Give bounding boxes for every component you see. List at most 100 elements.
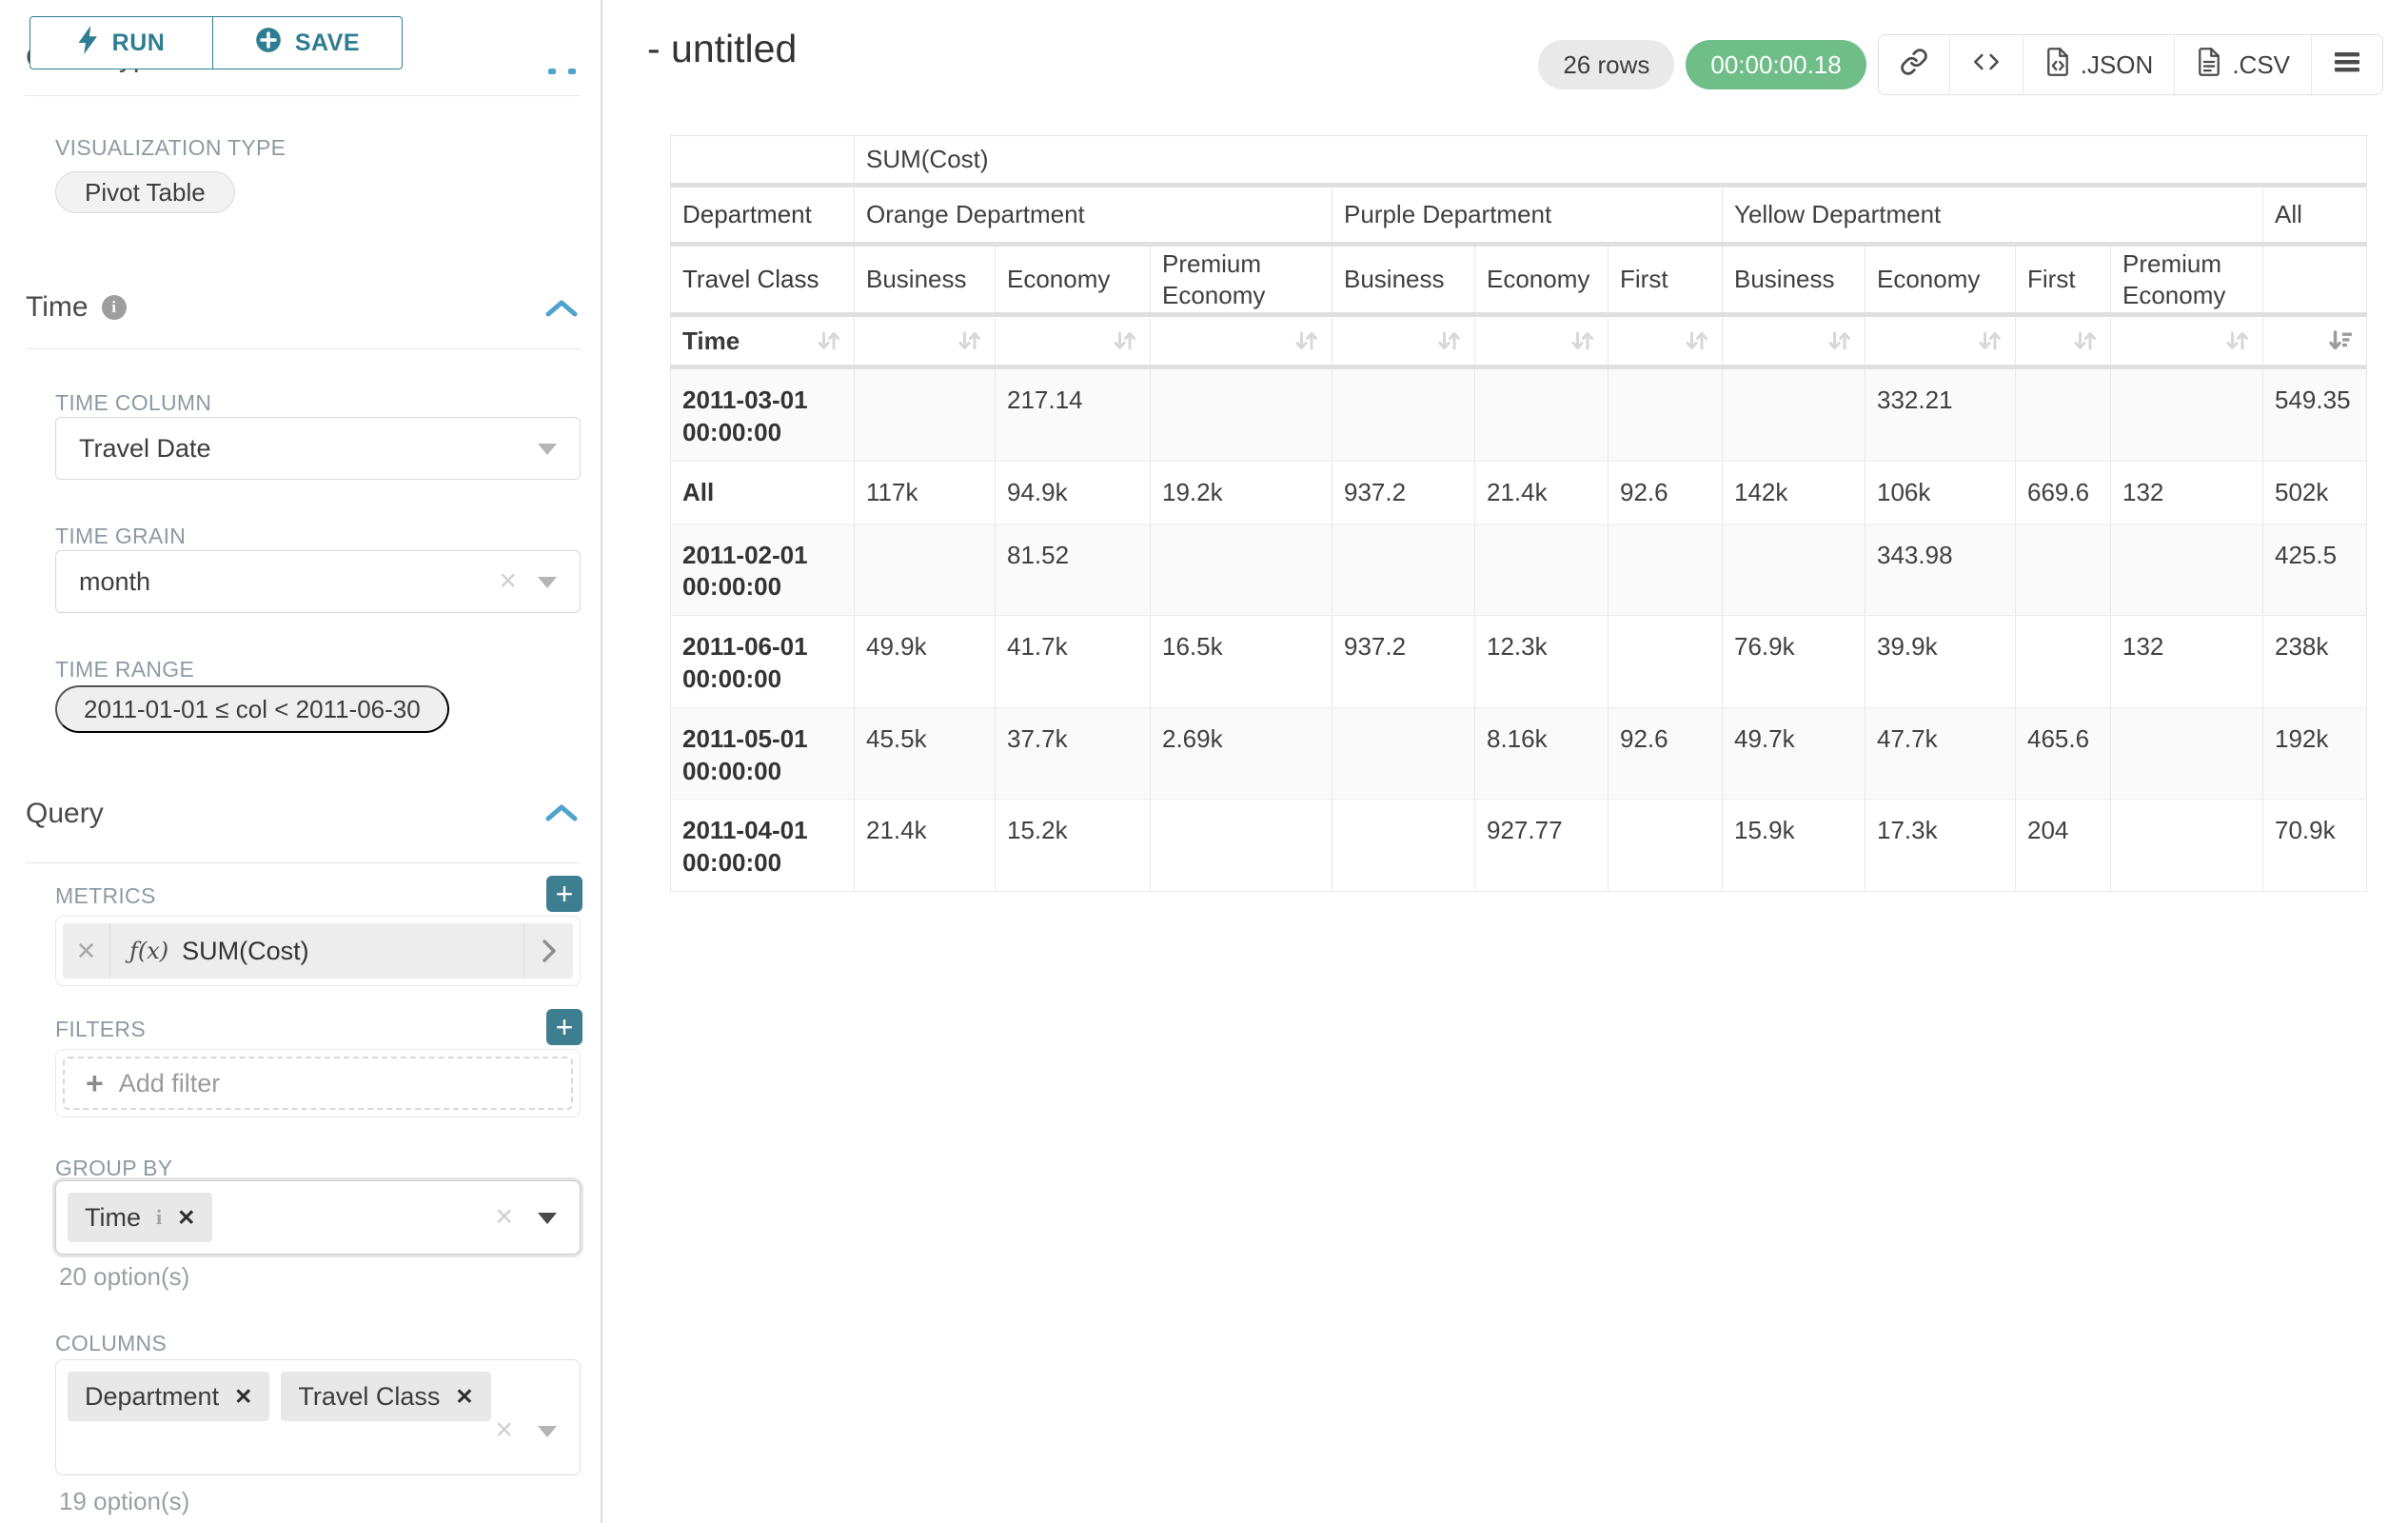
table-cell: 204 — [2016, 800, 2111, 892]
group-by-select[interactable]: Timei✕ × — [55, 1180, 581, 1255]
metrics-label: METRICS — [55, 883, 156, 909]
code-icon — [1971, 49, 2002, 82]
table-cell — [2016, 524, 2111, 616]
table-cell: 465.6 — [2016, 707, 2111, 800]
table-cell: 92.6 — [1609, 461, 1723, 524]
table-cell: 192k — [2263, 707, 2367, 800]
sort-row: Time — [671, 315, 2367, 367]
remove-tag-icon[interactable]: ✕ — [177, 1205, 195, 1231]
remove-tag-icon[interactable]: ✕ — [455, 1384, 473, 1410]
sort-icon[interactable] — [2070, 326, 2099, 355]
table-cell — [1332, 524, 1475, 616]
table-cell: 927.77 — [1475, 800, 1609, 892]
department-group-header: Yellow Department — [1723, 186, 2263, 245]
metric-pill[interactable]: ✕ ƒ(x) SUM(Cost) — [63, 923, 573, 979]
select-tag[interactable]: Timei✕ — [68, 1193, 212, 1242]
table-cell: 37.7k — [996, 707, 1151, 800]
table-cell — [1475, 524, 1609, 616]
travel-class-header-row: Travel ClassBusinessEconomyPremium Econo… — [671, 245, 2367, 315]
select-tag[interactable]: Travel Class ✕ — [281, 1372, 490, 1421]
sort-icon[interactable] — [955, 326, 983, 355]
travel-class-header: Economy — [1475, 245, 1609, 315]
run-button[interactable]: RUN — [30, 16, 213, 69]
view-query-button[interactable] — [1949, 35, 2023, 94]
metric-header: SUM(Cost) — [855, 136, 2367, 186]
add-metric-button[interactable]: + — [546, 876, 582, 912]
time-grain-value: month — [79, 567, 150, 597]
query-section-header: Query — [26, 798, 104, 830]
sort-icon[interactable] — [1975, 326, 2003, 355]
table-cell: 94.9k — [996, 461, 1151, 524]
sort-icon[interactable] — [1568, 326, 1596, 355]
table-cell: 117k — [855, 461, 996, 524]
clear-icon[interactable]: × — [495, 1414, 513, 1445]
info-icon: i — [156, 1205, 162, 1230]
table-cell — [1332, 707, 1475, 800]
collapse-chevron-icon[interactable] — [544, 801, 579, 829]
menu-button[interactable] — [2311, 35, 2382, 94]
time-range-pill[interactable]: 2011-01-01 ≤ col < 2011-06-30 — [55, 685, 449, 733]
table-cell: 47.7k — [1865, 707, 2016, 800]
table-cell: 132 — [2111, 616, 2263, 708]
sort-icon[interactable] — [1110, 326, 1138, 355]
share-link-button[interactable] — [1879, 35, 1949, 94]
table-cell: 238k — [2263, 616, 2367, 708]
export-csv-label: .CSV — [2232, 50, 2290, 80]
table-cell: 19.2k — [1151, 461, 1332, 524]
save-button[interactable]: SAVE — [212, 16, 403, 69]
chevron-right-icon[interactable] — [523, 923, 573, 979]
metrics-control: ✕ ƒ(x) SUM(Cost) — [55, 916, 581, 986]
group-by-label: GROUP BY — [55, 1156, 172, 1181]
time-column-select[interactable]: Travel Date — [55, 417, 581, 480]
travel-class-header: First — [1609, 245, 1723, 315]
table-cell: 21.4k — [855, 800, 996, 892]
sort-icon[interactable] — [1434, 326, 1463, 355]
tag-label: Department — [85, 1382, 219, 1412]
table-cell: 549.35 — [2263, 367, 2367, 462]
travel-class-header: Business — [855, 245, 996, 315]
clear-icon[interactable]: × — [495, 1201, 513, 1232]
sort-desc-icon[interactable] — [2326, 326, 2355, 355]
table-cell — [1151, 524, 1332, 616]
export-json-button[interactable]: .JSON — [2023, 35, 2175, 94]
panel-handle-dot — [568, 69, 576, 74]
time-range-label: TIME RANGE — [55, 657, 194, 682]
add-filter-plus-button[interactable]: + — [546, 1009, 582, 1045]
collapse-chevron-icon[interactable] — [544, 297, 579, 325]
chart-title[interactable]: - untitled — [647, 27, 797, 71]
hamburger-menu-icon — [2333, 49, 2361, 81]
export-csv-button[interactable]: .CSV — [2174, 35, 2311, 94]
divider — [26, 862, 581, 863]
time-grain-select[interactable]: month × — [55, 550, 581, 613]
table-cell: 2.69k — [1151, 707, 1332, 800]
panel-handle-dot — [548, 69, 556, 74]
select-tag[interactable]: Department ✕ — [68, 1372, 269, 1421]
visualization-type-pill[interactable]: Pivot Table — [55, 171, 235, 213]
table-cell: 81.52 — [996, 524, 1151, 616]
table-cell: 425.5 — [2263, 524, 2367, 616]
sort-icon[interactable] — [1292, 326, 1320, 355]
file-code-icon — [2044, 47, 2071, 84]
sort-icon[interactable] — [814, 326, 842, 355]
clear-icon[interactable]: × — [499, 565, 517, 596]
table-cell: 142k — [1723, 461, 1865, 524]
sort-icon[interactable] — [1825, 326, 1853, 355]
sort-icon[interactable] — [1682, 326, 1710, 355]
sort-icon[interactable] — [2222, 326, 2251, 355]
travel-class-header: Economy — [1865, 245, 2016, 315]
travel-class-header: First — [2016, 245, 2111, 315]
table-cell: 217.14 — [996, 367, 1151, 462]
table-cell: 332.21 — [1865, 367, 2016, 462]
remove-tag-icon[interactable]: ✕ — [234, 1384, 252, 1410]
query-section-title: Query — [26, 798, 104, 830]
group-by-options-hint: 20 option(s) — [59, 1262, 189, 1292]
tag-label: Travel Class — [298, 1382, 440, 1412]
columns-select[interactable]: Department ✕ Travel Class ✕ × — [55, 1359, 581, 1475]
table-cell — [1609, 367, 1723, 462]
table-row: 2011-05-01 00:00:0045.5k37.7k2.69k8.16k9… — [671, 707, 2367, 800]
filters-label: FILTERS — [55, 1017, 146, 1042]
department-group-header: Purple Department — [1332, 186, 1723, 245]
remove-metric-icon[interactable]: ✕ — [63, 923, 110, 979]
add-filter-dropzone[interactable]: + Add filter — [63, 1057, 573, 1110]
table-cell — [1609, 524, 1723, 616]
